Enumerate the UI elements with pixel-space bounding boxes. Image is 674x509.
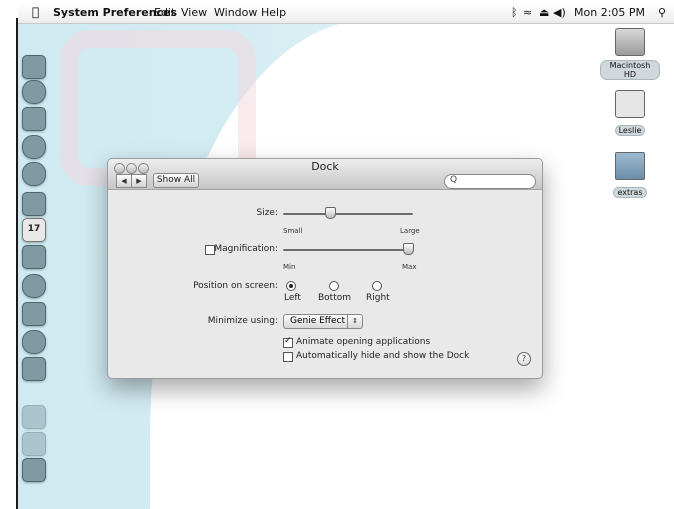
trash-icon[interactable] (22, 458, 46, 482)
help-button[interactable]: ? (517, 352, 531, 366)
documents-icon[interactable] (22, 432, 46, 456)
desktop-item-label: Macintosh HD (600, 60, 660, 80)
minimize-label: Minimize using: (207, 316, 278, 326)
address-book-icon[interactable] (22, 192, 46, 216)
folder-icon (615, 152, 645, 180)
screen-border-left (16, 18, 18, 509)
menu-bar:  System Preferences Edit View Window He… (18, 4, 674, 24)
popup-arrows-icon: ⇕ (347, 315, 362, 328)
menu-help[interactable]: Help (261, 6, 286, 19)
dock-preferences-window: Dock ◀ ▶ Show All Q Size: Small Large Ma… (107, 158, 543, 379)
clock[interactable]: Mon 2:05 PM (574, 6, 645, 19)
title-bar: Dock ◀ ▶ Show All Q (108, 159, 542, 190)
size-slider-thumb[interactable] (325, 207, 336, 219)
position-label: Position on screen: (193, 281, 278, 291)
magnification-label: Magnification: (214, 244, 278, 254)
wifi-icon[interactable]: ≈ (523, 6, 532, 19)
itunes-icon[interactable] (22, 274, 46, 298)
position-left-label: Left (284, 293, 301, 303)
spaces-icon[interactable] (22, 302, 46, 326)
position-right-radio[interactable] (372, 281, 382, 291)
show-all-button[interactable]: Show All (153, 173, 199, 188)
animate-label: Animate opening applications (296, 337, 431, 347)
position-bottom-label: Bottom (318, 293, 352, 303)
magnification-slider-thumb[interactable] (403, 243, 414, 255)
size-max-label: Large (400, 227, 420, 235)
position-bottom-radio[interactable] (329, 281, 339, 291)
back-button[interactable]: ◀ (116, 174, 132, 188)
spotlight-icon[interactable]: ⚲ (658, 6, 666, 19)
applications-icon[interactable] (22, 405, 46, 429)
iphoto-icon[interactable] (22, 245, 46, 269)
autohide-label: Automatically hide and show the Dock (296, 351, 470, 361)
magnification-min-label: Min (283, 263, 296, 271)
autohide-checkbox[interactable] (283, 352, 293, 362)
bluetooth-icon[interactable]: ᛒ (511, 6, 518, 19)
desktop-item-extras[interactable]: extras (600, 152, 660, 199)
position-left-radio[interactable] (286, 281, 296, 291)
apple-menu-icon[interactable]:  (32, 5, 39, 19)
position-right-label: Right (366, 293, 390, 303)
search-icon: Q (450, 175, 458, 185)
magnification-slider-track[interactable] (283, 249, 413, 251)
safari-icon[interactable] (22, 135, 46, 159)
ical-date: 17 (27, 224, 41, 234)
hard-drive-icon (615, 28, 645, 56)
volume-icon[interactable]: ◀) (553, 6, 566, 19)
menu-edit[interactable]: Edit (154, 6, 175, 19)
size-slider-track[interactable] (283, 213, 413, 215)
forward-button[interactable]: ▶ (131, 174, 147, 188)
ichat-icon[interactable] (22, 162, 46, 186)
window-title: Dock (311, 160, 339, 173)
desktop-item-macintosh-hd[interactable]: Macintosh HD (600, 28, 660, 81)
minimize-effect-popup[interactable]: Genie Effect ⇕ (283, 314, 363, 329)
search-field[interactable]: Q (444, 174, 536, 189)
size-label: Size: (256, 208, 278, 218)
menu-view[interactable]: View (181, 6, 207, 19)
ical-icon[interactable]: 17 (22, 218, 46, 242)
desktop-item-leslie[interactable]: Leslie (600, 90, 660, 137)
animate-checkbox[interactable] (283, 336, 293, 348)
magnification-max-label: Max (402, 263, 417, 271)
menu-window[interactable]: Window (214, 6, 257, 19)
eject-icon[interactable]: ⏏ (539, 6, 549, 19)
system-preferences-icon[interactable] (22, 357, 46, 381)
minimize-effect-value: Genie Effect (290, 316, 346, 326)
size-min-label: Small (283, 227, 303, 235)
mail-icon[interactable] (22, 107, 46, 131)
dashboard-icon[interactable] (22, 80, 46, 104)
finder-icon[interactable] (22, 55, 46, 79)
desktop-item-label: Leslie (614, 125, 646, 136)
document-icon (615, 90, 645, 118)
time-machine-icon[interactable] (22, 330, 46, 354)
desktop-item-label: extras (613, 187, 647, 198)
